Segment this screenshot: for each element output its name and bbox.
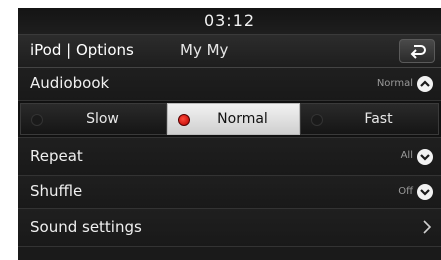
speed-label: Slow [86,111,119,127]
title-bar: iPod | Options My My [18,34,441,68]
repeat-label: Repeat [30,147,83,165]
speed-label: Fast [364,111,393,127]
ipod-options-screen: 03:12 iPod | Options My My Audiobook Nor… [18,8,441,260]
speed-label: Normal [217,111,268,127]
chevron-right-icon [423,220,431,234]
chevron-down-icon[interactable] [417,149,433,165]
sound-settings-row[interactable]: Sound settings [18,209,441,247]
page-title: iPod | Options [30,41,134,59]
repeat-value: All [400,150,413,161]
back-button[interactable] [399,39,435,63]
status-bar: 03:12 [18,8,441,34]
audiobook-row[interactable]: Audiobook Normal [18,68,441,101]
speed-option-slow[interactable]: Slow [20,103,167,135]
chevron-down-icon[interactable] [417,184,433,200]
chevron-up-icon[interactable] [417,76,433,92]
sound-settings-label: Sound settings [30,218,142,236]
options-list: Audiobook Normal Slow Normal Fast Repeat… [18,68,441,247]
back-arrow-icon [410,45,426,59]
repeat-row[interactable]: Repeat All [18,138,441,176]
song-title: My My [180,41,229,59]
clock: 03:12 [203,11,256,30]
speed-option-fast[interactable]: Fast [300,103,439,135]
audiobook-speed-selector: Slow Normal Fast [18,101,441,138]
speed-option-normal[interactable]: Normal [167,103,300,135]
shuffle-label: Shuffle [30,182,83,200]
shuffle-value: Off [398,186,413,197]
audiobook-label: Audiobook [30,74,110,92]
shuffle-row[interactable]: Shuffle Off [18,176,441,209]
audiobook-value: Normal [376,78,413,89]
